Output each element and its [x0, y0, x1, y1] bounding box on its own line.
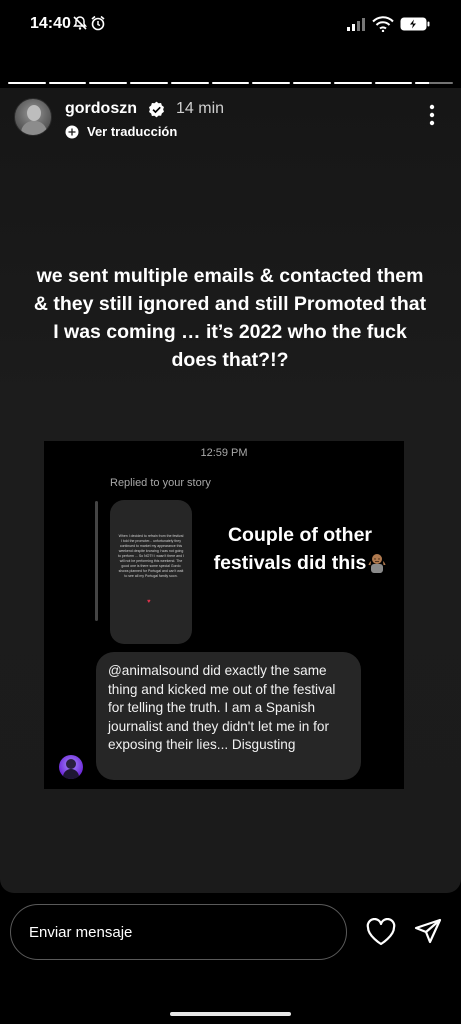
overlay-caption: Couple of other festivals did this [194, 521, 406, 577]
avatar-body [21, 121, 47, 135]
story-progress-bar [8, 82, 454, 85]
more-options-icon[interactable] [424, 104, 440, 126]
heart-icon: ♥ [147, 599, 151, 605]
signal-icon [347, 18, 365, 31]
progress-segment [252, 82, 291, 84]
shrug-emoji-icon [368, 554, 386, 573]
send-message-input[interactable] [10, 904, 347, 960]
progress-segment [130, 82, 168, 84]
story-headline-text: we sent multiple emails & contacted them… [33, 265, 427, 371]
story-time-ago: 14 min [176, 100, 225, 117]
send-icon[interactable] [414, 918, 442, 946]
status-time: 14:40 [30, 15, 71, 32]
translate-icon [65, 125, 79, 138]
mute-icon [73, 16, 87, 30]
progress-segment [89, 82, 128, 84]
progress-segment-fill [415, 82, 429, 84]
progress-segment-fill [170, 82, 209, 84]
story-thumb-text: When I decided to refrain from the festi… [118, 534, 184, 578]
progress-segment-fill [211, 82, 250, 84]
progress-segment-fill [130, 82, 168, 84]
story-username[interactable]: gordoszn [65, 100, 137, 118]
progress-segment [415, 82, 454, 84]
dm-timestamp: 12:59 PM [200, 447, 248, 459]
heart-icon[interactable] [366, 918, 396, 946]
reply-indicator-line [95, 501, 98, 621]
see-translation-label: Ver traducción [87, 124, 178, 139]
progress-segment-fill [8, 82, 46, 84]
progress-segment [8, 82, 46, 84]
dm-avatar-head [66, 759, 76, 769]
progress-segment [211, 82, 250, 84]
see-translation-button[interactable]: Ver traducción [65, 124, 177, 139]
progress-segment [170, 82, 209, 84]
overlay-caption-text: Couple of other festivals did this [213, 524, 373, 574]
dm-avatar-body [63, 769, 79, 779]
dm-sender-avatar [59, 755, 83, 779]
avatar-head [27, 105, 41, 121]
progress-segment-fill [333, 82, 372, 84]
progress-segment-fill [48, 82, 87, 84]
verified-badge-icon [149, 101, 164, 118]
alarm-icon [91, 15, 105, 31]
progress-segment [293, 82, 331, 84]
profile-avatar[interactable] [14, 98, 52, 136]
dm-replied-label: Replied to your story [110, 477, 211, 489]
progress-segment-fill [374, 82, 413, 84]
progress-segment-fill [293, 82, 331, 84]
progress-segment [374, 82, 413, 84]
home-indicator[interactable] [170, 1012, 291, 1016]
progress-segment [333, 82, 372, 84]
battery-icon [400, 17, 430, 31]
dm-message-bubble: @animalsound did exactly the same thing … [96, 652, 361, 780]
replied-story-thumbnail: When I decided to refrain from the festi… [110, 500, 192, 644]
embedded-dm-screenshot: 12:59 PM Replied to your story When I de… [44, 441, 404, 789]
progress-segment [48, 82, 87, 84]
wifi-icon [372, 16, 394, 32]
progress-segment-fill [252, 82, 291, 84]
status-bar: 14:40 [0, 0, 461, 50]
progress-segment-fill [89, 82, 128, 84]
